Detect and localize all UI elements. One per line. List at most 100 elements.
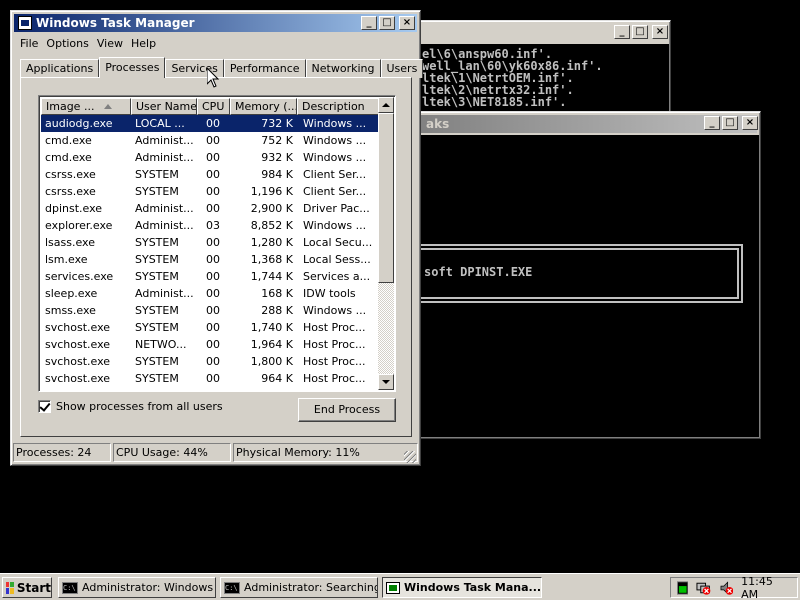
scroll-thumb[interactable] xyxy=(378,113,394,283)
task-manager-title-buttons: _ □ × xyxy=(361,16,415,30)
minimize-button[interactable]: _ xyxy=(704,116,720,130)
memory-cell: 8,852 K xyxy=(250,219,293,232)
maximize-button[interactable]: □ xyxy=(722,116,738,130)
start-label: Start xyxy=(16,580,51,595)
table-row[interactable]: cmd.exe Administ... 00 932 K Windows ... xyxy=(41,149,379,166)
menu-bar: File Options View Help xyxy=(14,34,417,52)
process-rows: audiodg.exe LOCAL ... 00 732 K Windows ... cm… xyxy=(41,115,379,387)
network-disconnected-icon[interactable] xyxy=(696,581,711,595)
column-label: Image ... xyxy=(46,100,95,113)
column-cpu[interactable]: CPU xyxy=(197,98,230,115)
column-memory[interactable]: Memory (... xyxy=(230,98,297,115)
cpu-cell: 00 xyxy=(206,134,220,147)
scroll-down-icon[interactable] xyxy=(378,374,394,390)
user-name-cell: Administ... xyxy=(135,219,194,232)
description-cell: Client Ser... xyxy=(303,168,367,181)
tab-users[interactable]: Users xyxy=(380,59,424,78)
show-all-users-label: Show processes from all users xyxy=(56,400,223,413)
memory-cell: 2,900 K xyxy=(250,202,293,215)
user-name-cell: SYSTEM xyxy=(135,185,179,198)
status-physical-memory: Physical Memory: 11% xyxy=(233,443,418,462)
console-line: ltek\3\NET8185.inf'. xyxy=(422,95,567,109)
taskbar-button-label: Administrator: Searching ... xyxy=(244,581,378,594)
tab-processes[interactable]: Processes xyxy=(99,57,166,78)
console-icon: C:\ xyxy=(62,581,78,594)
table-row[interactable]: svchost.exe SYSTEM 00 1,740 K Host Proc... xyxy=(41,319,379,336)
clock[interactable]: 11:45 AM xyxy=(741,575,797,600)
memory-cell: 964 K xyxy=(261,372,293,385)
cpu-cell: 00 xyxy=(206,185,220,198)
minimize-button[interactable]: _ xyxy=(614,25,630,39)
cpu-cell: 00 xyxy=(206,253,220,266)
description-cell: Local Secu... xyxy=(303,236,373,249)
user-name-cell: Administ... xyxy=(135,134,194,147)
tab-networking[interactable]: Networking xyxy=(305,59,381,78)
end-process-button[interactable]: End Process xyxy=(298,398,396,422)
menu-file[interactable]: File xyxy=(18,37,44,50)
tab-performance[interactable]: Performance xyxy=(223,59,306,78)
memory-cell: 932 K xyxy=(261,151,293,164)
image-name-cell: svchost.exe xyxy=(45,372,111,385)
memory-cell: 984 K xyxy=(261,168,293,181)
description-cell: Windows ... xyxy=(303,134,367,147)
console-window-back[interactable]: _ □ × el\6\anspw60.inf'. well_lan\60\yk6… xyxy=(410,20,671,114)
table-row[interactable]: explorer.exe Administ... 03 8,852 K Windows … xyxy=(41,217,379,234)
user-name-cell: Administ... xyxy=(135,202,194,215)
process-list[interactable]: Image ... User Name CPU Memory (... Desc… xyxy=(38,95,396,392)
menu-options[interactable]: Options xyxy=(44,37,94,50)
task-manager-icon xyxy=(18,16,32,30)
show-all-users-checkbox[interactable] xyxy=(38,400,51,413)
taskbar-button-cmd-1[interactable]: C:\ Administrator: Windows ... xyxy=(58,577,216,598)
close-button[interactable]: × xyxy=(652,25,668,39)
table-row-selected[interactable]: audiodg.exe LOCAL ... 00 732 K Windows ... xyxy=(41,115,379,132)
memory-cell: 288 K xyxy=(261,304,293,317)
table-row[interactable]: lsass.exe SYSTEM 00 1,280 K Local Secu... xyxy=(41,234,379,251)
cpu-cell: 00 xyxy=(206,151,220,164)
console-window-front[interactable]: aks _ □ × soft DPINST.EXE xyxy=(410,111,761,439)
console-icon: C:\ xyxy=(224,581,240,594)
table-row[interactable]: dpinst.exe Administ... 00 2,900 K Driver Pac… xyxy=(41,200,379,217)
taskbar-button-task-manager[interactable]: Windows Task Mana... xyxy=(382,577,542,598)
table-row[interactable]: sleep.exe Administ... 00 168 K IDW tools xyxy=(41,285,379,302)
start-button[interactable]: Start xyxy=(2,577,52,598)
table-row[interactable]: smss.exe SYSTEM 00 288 K Windows ... xyxy=(41,302,379,319)
description-cell: Host Proc... xyxy=(303,321,366,334)
column-image-name[interactable]: Image ... xyxy=(41,98,131,115)
memory-cell: 168 K xyxy=(261,287,293,300)
image-name-cell: smss.exe xyxy=(45,304,96,317)
volume-muted-icon[interactable] xyxy=(720,580,734,595)
taskbar-button-cmd-2[interactable]: C:\ Administrator: Searching ... xyxy=(220,577,378,598)
image-name-cell: services.exe xyxy=(45,270,114,283)
vertical-scrollbar[interactable] xyxy=(378,97,394,390)
task-manager-titlebar[interactable]: Windows Task Manager xyxy=(14,14,417,32)
table-row[interactable]: svchost.exe NETWO... 00 1,964 K Host Proc... xyxy=(41,336,379,353)
window-title: Windows Task Manager xyxy=(36,16,195,30)
table-row[interactable]: svchost.exe SYSTEM 00 964 K Host Proc... xyxy=(41,370,379,387)
user-name-cell: SYSTEM xyxy=(135,355,179,368)
column-user-name[interactable]: User Name xyxy=(131,98,197,115)
menu-help[interactable]: Help xyxy=(129,37,162,50)
tab-applications[interactable]: Applications xyxy=(20,59,100,78)
minimize-button[interactable]: _ xyxy=(361,16,377,30)
table-row[interactable]: csrss.exe SYSTEM 00 984 K Client Ser... xyxy=(41,166,379,183)
image-name-cell: csrss.exe xyxy=(45,185,96,198)
cpu-cell: 00 xyxy=(206,236,220,249)
column-description[interactable]: Description xyxy=(297,98,379,115)
maximize-button[interactable]: □ xyxy=(632,25,648,39)
show-all-users-option[interactable]: Show processes from all users xyxy=(38,400,223,413)
sort-ascending-icon xyxy=(104,104,112,109)
user-name-cell: SYSTEM xyxy=(135,168,179,181)
cpu-meter-icon[interactable] xyxy=(677,580,689,595)
maximize-button[interactable]: □ xyxy=(379,16,395,30)
menu-view[interactable]: View xyxy=(95,37,129,50)
close-button[interactable]: × xyxy=(399,16,415,30)
table-row[interactable]: cmd.exe Administ... 00 752 K Windows ... xyxy=(41,132,379,149)
close-button[interactable]: × xyxy=(742,116,758,130)
table-row[interactable]: services.exe SYSTEM 00 1,744 K Services a... xyxy=(41,268,379,285)
table-row[interactable]: csrss.exe SYSTEM 00 1,196 K Client Ser... xyxy=(41,183,379,200)
table-row[interactable]: lsm.exe SYSTEM 00 1,368 K Local Sess... xyxy=(41,251,379,268)
resize-grip-icon[interactable] xyxy=(404,451,416,463)
scroll-up-icon[interactable] xyxy=(378,97,394,113)
table-row[interactable]: svchost.exe SYSTEM 00 1,800 K Host Proc... xyxy=(41,353,379,370)
image-name-cell: csrss.exe xyxy=(45,168,96,181)
